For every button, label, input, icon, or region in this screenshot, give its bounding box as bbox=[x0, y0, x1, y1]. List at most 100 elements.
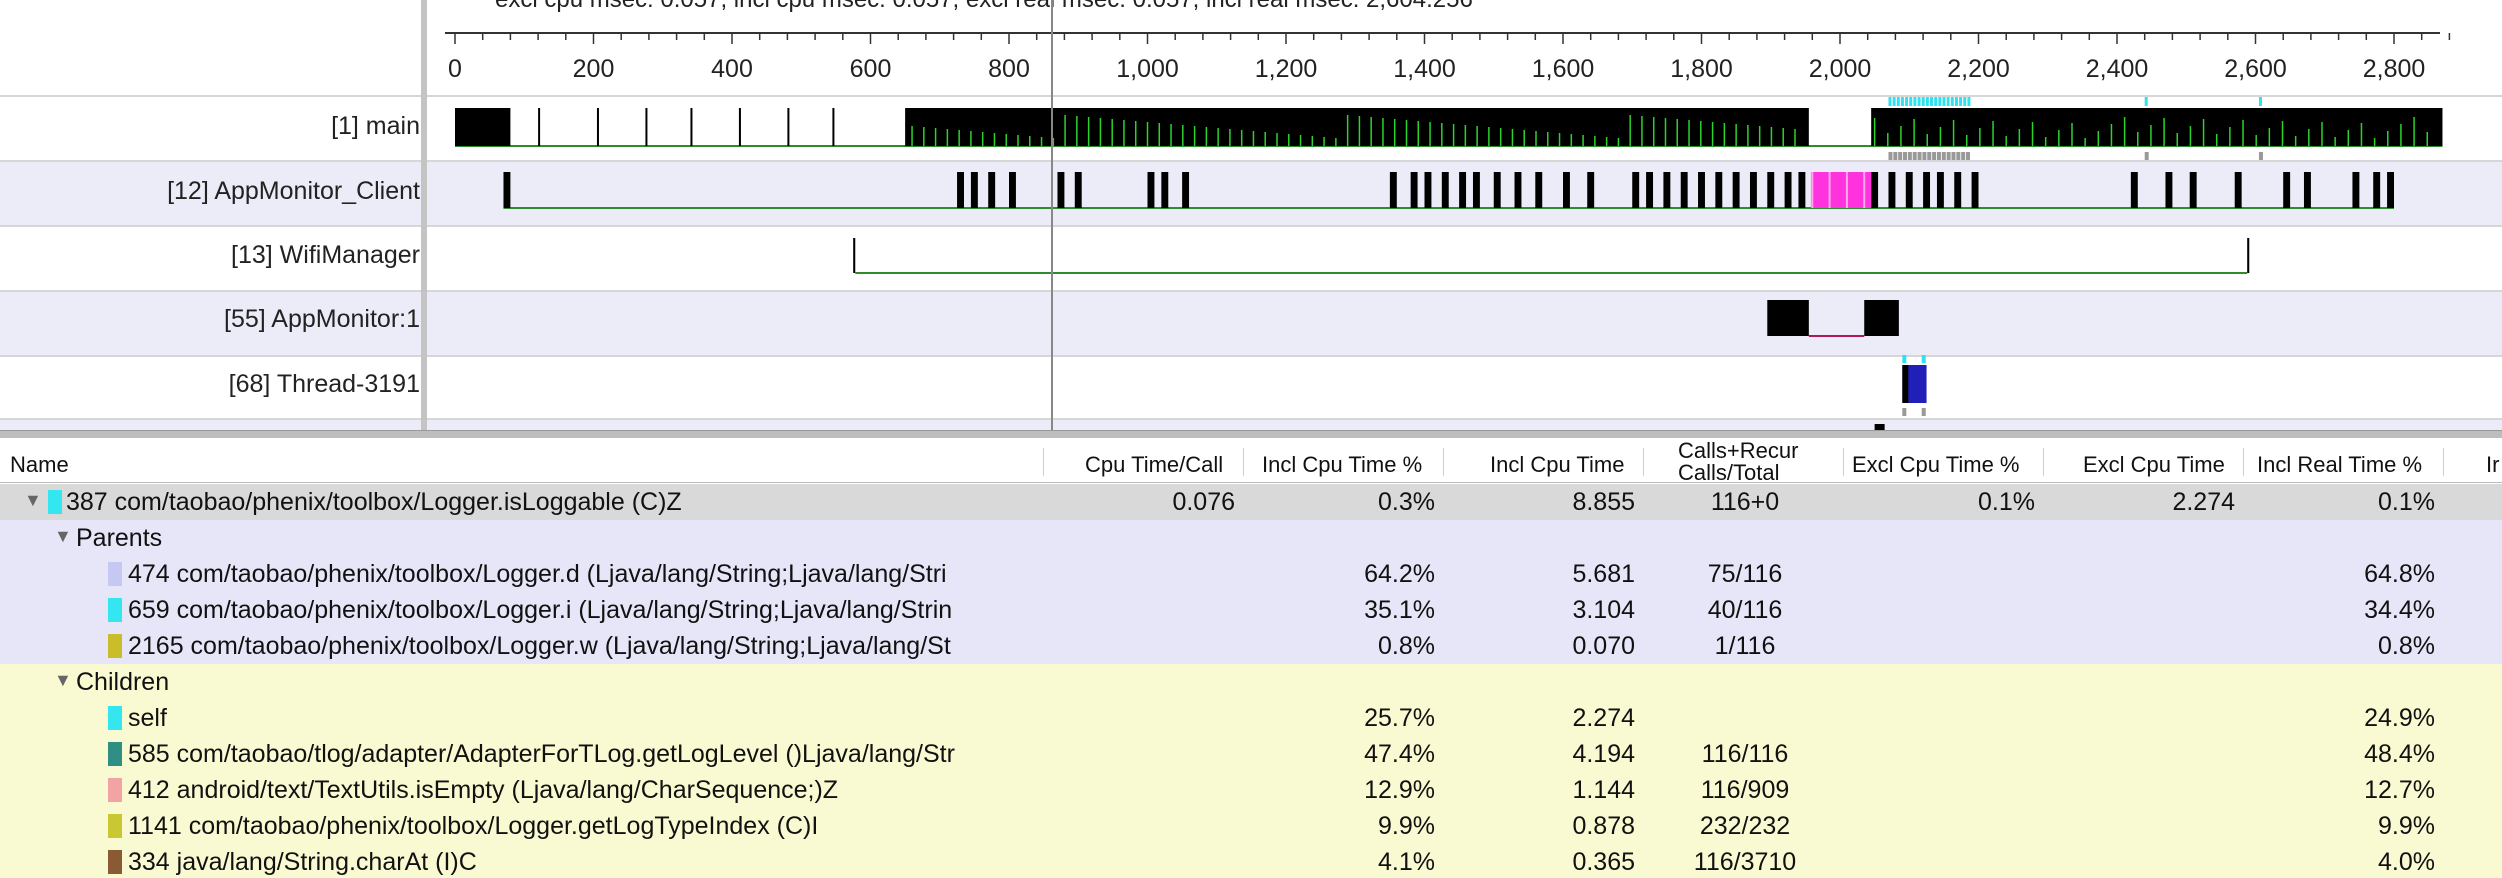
time-axis: 0 200 400 600 800 1,000 1,200 1,400 1,600 1,800 2,… bbox=[445, 32, 2451, 83]
activity-bar bbox=[1767, 172, 1775, 208]
axis-tick-label: 1,600 bbox=[1532, 55, 1595, 83]
method-name: 1141 com/taobao/phenix/toolbox/Logger.ge… bbox=[128, 812, 819, 840]
call-marker bbox=[1959, 97, 1963, 106]
method-color-swatch bbox=[108, 778, 122, 802]
method-name: 474 com/taobao/phenix/toolbox/Logger.d (… bbox=[128, 560, 947, 588]
call-marker bbox=[1934, 97, 1938, 106]
col-header-cpu-time-call[interactable]: Cpu Time/Call bbox=[1085, 452, 1223, 478]
calls: 116+0 bbox=[1710, 488, 1780, 516]
activity-bar bbox=[1871, 108, 2443, 146]
axis-tick-label: 2,400 bbox=[2086, 55, 2149, 83]
timeline-graph[interactable]: 0 200 400 600 800 1,000 1,200 1,400 1,600 1,800 2,… bbox=[0, 0, 2502, 430]
activity-bar bbox=[2189, 172, 2197, 208]
expand-triangle-icon[interactable]: ▼ bbox=[54, 670, 72, 691]
children-header-row[interactable]: ▼ Children bbox=[0, 664, 2502, 700]
label-divider[interactable] bbox=[421, 0, 427, 432]
call-marker bbox=[1907, 152, 1912, 160]
axis-tick-label: 800 bbox=[988, 55, 1030, 83]
call-marker bbox=[1905, 97, 1909, 106]
col-header-excl-cpu[interactable]: Excl Cpu Time bbox=[2083, 452, 2225, 478]
activity-bar bbox=[1009, 172, 1016, 208]
activity-bar bbox=[1871, 172, 1879, 208]
call-marker bbox=[1946, 97, 1950, 106]
call-marker bbox=[1902, 355, 1907, 363]
incl-real-pct: 12.7% bbox=[2364, 776, 2435, 804]
col-header-incl-cpu-pct[interactable]: Incl Cpu Time % bbox=[1262, 452, 1422, 478]
selected-method-row[interactable]: ▼ 387 com/taobao/phenix/toolbox/Logger.i… bbox=[0, 484, 2502, 520]
method-name: 387 com/taobao/phenix/toolbox/Logger.isL… bbox=[66, 488, 682, 516]
activity-bar bbox=[1389, 172, 1397, 208]
call-marker bbox=[1951, 152, 1956, 160]
activity-bar bbox=[503, 172, 511, 208]
incl-cpu: 0.070 bbox=[1572, 632, 1635, 660]
call-marker bbox=[1954, 97, 1958, 106]
incl-cpu-pct: 0.3% bbox=[1378, 488, 1435, 516]
col-header-incl-real-cut[interactable]: Ir bbox=[2486, 452, 2499, 478]
child-row[interactable]: 1141 com/taobao/phenix/toolbox/Logger.ge… bbox=[0, 808, 2502, 844]
incl-cpu: 0.365 bbox=[1572, 848, 1635, 876]
call-marker bbox=[1898, 152, 1903, 160]
activity-bar bbox=[970, 172, 978, 208]
col-header-calls-line2[interactable]: Calls/Total bbox=[1678, 460, 1779, 486]
child-row[interactable]: 412 android/text/TextUtils.isEmpty (Ljav… bbox=[0, 772, 2502, 808]
call-marker bbox=[1921, 408, 1926, 416]
child-row[interactable]: self 25.7% 2.274 24.9% bbox=[0, 700, 2502, 736]
activity-bar bbox=[455, 108, 511, 146]
activity-bar bbox=[1732, 172, 1740, 208]
axis-tick-label: 1,200 bbox=[1255, 55, 1318, 83]
call-marker bbox=[1903, 152, 1908, 160]
call-marker bbox=[1900, 97, 1904, 106]
method-color-swatch bbox=[108, 562, 122, 586]
call-marker bbox=[1932, 152, 1937, 160]
calls: 116/3710 bbox=[1693, 848, 1797, 876]
call-marker bbox=[1917, 152, 1922, 160]
incl-real-pct: 9.9% bbox=[2378, 812, 2435, 840]
incl-cpu-pct: 35.1% bbox=[1364, 596, 1435, 624]
activity-bar bbox=[1493, 172, 1501, 208]
method-name: 2165 com/taobao/phenix/toolbox/Logger.w … bbox=[128, 632, 951, 660]
child-row[interactable]: 585 com/taobao/tlog/adapter/AdapterForTL… bbox=[0, 736, 2502, 772]
activity-bar bbox=[787, 108, 790, 146]
call-marker bbox=[1930, 97, 1934, 106]
incl-cpu: 3.104 bbox=[1572, 596, 1635, 624]
activity-bar bbox=[2165, 172, 2173, 208]
activity-bar bbox=[1715, 172, 1723, 208]
parent-row[interactable]: 659 com/taobao/phenix/toolbox/Logger.i (… bbox=[0, 592, 2502, 628]
incl-cpu: 1.144 bbox=[1572, 776, 1635, 804]
col-header-excl-cpu-pct[interactable]: Excl Cpu Time % bbox=[1852, 452, 2020, 478]
parent-row[interactable]: 2165 com/taobao/phenix/toolbox/Logger.w … bbox=[0, 628, 2502, 664]
call-marker bbox=[1941, 152, 1946, 160]
activity-bar bbox=[1971, 172, 1979, 208]
incl-cpu-pct: 47.4% bbox=[1364, 740, 1435, 768]
calls: 232/232 bbox=[1699, 812, 1791, 840]
call-marker bbox=[1927, 152, 1932, 160]
calls: 40/116 bbox=[1707, 596, 1783, 624]
parents-header-row[interactable]: ▼ Parents bbox=[0, 520, 2502, 556]
calls: 116/909 bbox=[1700, 776, 1790, 804]
call-marker bbox=[1961, 152, 1966, 160]
expand-triangle-icon[interactable]: ▼ bbox=[54, 526, 72, 547]
activity-bar bbox=[853, 238, 856, 273]
incl-real-pct: 64.8% bbox=[2364, 560, 2435, 588]
expand-triangle-icon[interactable]: ▼ bbox=[24, 490, 42, 511]
activity-bar bbox=[1535, 172, 1543, 208]
incl-real-pct: 0.1% bbox=[2378, 488, 2435, 516]
col-header-name[interactable]: Name bbox=[10, 452, 69, 478]
timeline-panel[interactable]: excl cpu msec: 0.057, incl cpu msec: 0.0… bbox=[0, 0, 2502, 432]
call-marker bbox=[1925, 97, 1929, 106]
axis-tick-label: 2,800 bbox=[2363, 55, 2426, 83]
profile-table[interactable]: Name Cpu Time/Call Incl Cpu Time % Incl … bbox=[0, 438, 2502, 878]
axis-tick-label: 200 bbox=[573, 55, 615, 83]
activity-bar bbox=[538, 108, 541, 146]
axis-tick-label: 600 bbox=[850, 55, 892, 83]
call-marker bbox=[2144, 97, 2148, 106]
col-header-incl-real-pct[interactable]: Incl Real Time % bbox=[2257, 452, 2422, 478]
call-marker bbox=[1912, 152, 1917, 160]
thread-tracks bbox=[455, 97, 2443, 430]
col-header-incl-cpu[interactable]: Incl Cpu Time bbox=[1490, 452, 1625, 478]
parent-row[interactable]: 474 com/taobao/phenix/toolbox/Logger.d (… bbox=[0, 556, 2502, 592]
incl-real-pct: 4.0% bbox=[2378, 848, 2435, 876]
activity-bar bbox=[957, 172, 964, 208]
child-row[interactable]: 334 java/lang/String.charAt (I)C 4.1% 0.36… bbox=[0, 844, 2502, 878]
activity-bar bbox=[2247, 238, 2250, 273]
